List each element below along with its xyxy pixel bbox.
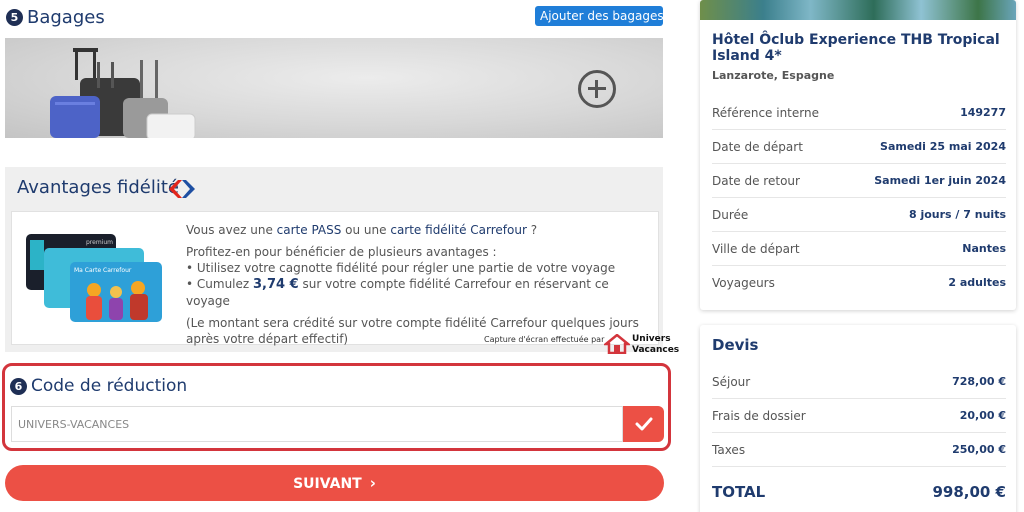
card-premium-label: premium	[86, 239, 113, 246]
loyalty-cards-image: premium Ma Carte Carrefour	[26, 234, 162, 322]
bagages-title: 5 Bagages	[6, 6, 105, 28]
univers-vacances-logo-icon	[604, 334, 630, 354]
code-reduction-section: 6 Code de réduction	[2, 363, 671, 451]
add-bagages-label: Ajouter des bagages	[540, 9, 664, 23]
luggage-illustration	[50, 48, 196, 138]
fidelite-section: Avantages fidélité premium Ma Carte Carr…	[5, 167, 663, 352]
carte-fidelite-link[interactable]: carte fidélité Carrefour	[390, 223, 527, 237]
hotel-location: Lanzarote, Espagne	[712, 69, 835, 82]
chevron-right-icon: ›	[369, 474, 376, 492]
checkmark-icon	[635, 417, 653, 431]
carrefour-logo-icon	[169, 180, 195, 198]
info-row-reference: Référence interne 149277	[712, 96, 1006, 130]
capture-watermark: Capture d'écran effectuée par	[484, 335, 605, 344]
fidelite-card-box: premium Ma Carte Carrefour Vous avez une…	[11, 211, 659, 347]
fidelite-question: Vous avez une carte PASS ou une carte fi…	[186, 223, 538, 237]
card-carrefour-label: Ma Carte Carrefour	[74, 267, 132, 274]
hotel-photo	[700, 0, 1016, 20]
bagages-banner[interactable]	[5, 38, 663, 138]
code-reduction-title: 6 Code de réduction	[10, 376, 187, 396]
fidelite-description: Vous avez une carte PASS ou une carte fi…	[186, 222, 656, 347]
hotel-name: Hôtel Ôclub Experience THB Tropical Isla…	[712, 32, 1000, 64]
total-label: TOTAL	[712, 483, 766, 501]
add-bagages-button[interactable]: Ajouter des bagages +	[535, 6, 682, 26]
fidelite-intro: Profitez-en pour bénéficier de plusieurs…	[186, 245, 497, 259]
step-number-5: 5	[6, 8, 23, 26]
hotel-summary-panel: Hôtel Ôclub Experience THB Tropical Isla…	[700, 0, 1016, 310]
add-bagages-plus-icon[interactable]	[578, 70, 616, 108]
carte-pass-link[interactable]: carte PASS	[277, 223, 342, 237]
info-row-travellers: Voyageurs 2 adultes	[712, 276, 1006, 290]
devis-panel: Devis Séjour 728,00 € Frais de dossier 20,…	[700, 325, 1016, 512]
step-number-6: 6	[10, 377, 27, 395]
fidelite-amount: 3,74 €	[253, 277, 299, 292]
suivant-button[interactable]: SUIVANT ›	[5, 465, 664, 501]
bagages-title-label: Bagages	[27, 6, 105, 28]
info-row-depart-date: Date de départ Samedi 25 mai 2024	[712, 130, 1006, 164]
info-row-duration: Durée 8 jours / 7 nuits	[712, 198, 1006, 232]
devis-row-frais: Frais de dossier 20,00 €	[712, 399, 1006, 433]
devis-title: Devis	[712, 336, 759, 354]
devis-row-taxes: Taxes 250,00 €	[712, 433, 1006, 467]
code-reduction-input[interactable]	[11, 406, 623, 442]
suivant-label: SUIVANT	[293, 476, 362, 492]
code-reduction-label: Code de réduction	[31, 376, 188, 396]
univers-vacances-logo-text: Univers Vacances	[632, 334, 680, 355]
info-row-return-date: Date de retour Samedi 1er juin 2024	[712, 164, 1006, 198]
devis-total: TOTAL 998,00 €	[712, 483, 1006, 501]
plus-circle-icon: +	[669, 11, 682, 24]
fidelite-title: Avantages fidélité	[17, 177, 180, 198]
apply-code-button[interactable]	[623, 406, 664, 442]
total-value: 998,00 €	[932, 483, 1006, 501]
fidelite-bullet-2: • Cumulez 3,74 € sur votre compte fidéli…	[186, 277, 609, 308]
info-row-departure-city: Ville de départ Nantes	[712, 232, 1006, 266]
fidelite-bullet-1: • Utilisez votre cagnotte fidélité pour …	[186, 261, 616, 275]
devis-row-sejour: Séjour 728,00 €	[712, 365, 1006, 399]
